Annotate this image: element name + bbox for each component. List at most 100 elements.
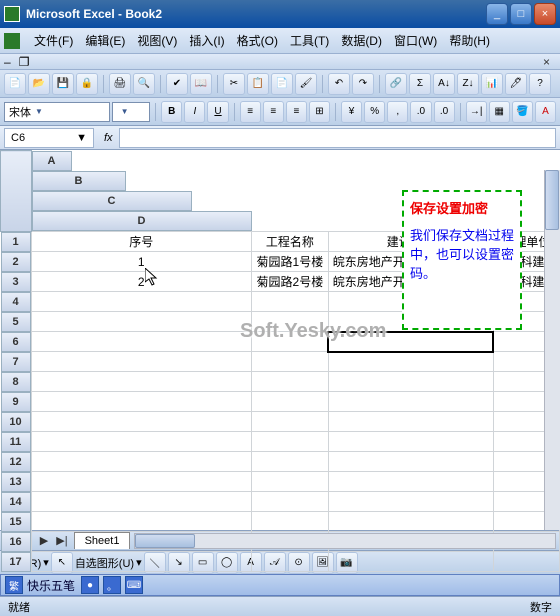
row-header[interactable]: 12	[1, 452, 31, 472]
save-button[interactable]: 💾	[52, 73, 74, 95]
cell[interactable]: 1	[31, 252, 252, 272]
percent-button[interactable]: %	[364, 101, 385, 123]
row-header[interactable]: 17	[1, 552, 31, 572]
cell[interactable]	[252, 352, 329, 372]
scrollbar-horizontal[interactable]	[134, 533, 556, 549]
row-header[interactable]: 2	[1, 252, 31, 272]
ime-mode-icon[interactable]: ●	[81, 576, 99, 594]
permission-button[interactable]: 🔒	[76, 73, 98, 95]
ime-keyboard-icon[interactable]: ⌨	[125, 576, 143, 594]
doc-close-button[interactable]: ×	[537, 55, 556, 69]
row-header[interactable]: 3	[1, 272, 31, 292]
cell[interactable]: 菊园路1号楼	[252, 252, 329, 272]
fill-color-button[interactable]: 🪣	[512, 101, 533, 123]
row-header[interactable]: 7	[1, 352, 31, 372]
cell[interactable]	[31, 492, 252, 512]
cell[interactable]	[328, 412, 493, 432]
merge-center-button[interactable]: ⊞	[309, 101, 330, 123]
maximize-button[interactable]: □	[510, 3, 532, 25]
sort-asc-button[interactable]: A↓	[433, 73, 455, 95]
cell[interactable]	[328, 432, 493, 452]
menu-view[interactable]: 视图(V)	[131, 30, 183, 51]
close-button[interactable]: ×	[534, 3, 556, 25]
currency-button[interactable]: ¥	[341, 101, 362, 123]
cell[interactable]	[252, 292, 329, 312]
cell[interactable]	[31, 552, 252, 572]
redo-button[interactable]: ↷	[352, 73, 374, 95]
column-header[interactable]: C	[32, 191, 192, 211]
cell[interactable]	[31, 452, 252, 472]
scrollbar-vertical[interactable]	[544, 170, 560, 530]
column-header[interactable]: D	[32, 211, 252, 231]
row-header[interactable]: 14	[1, 492, 31, 512]
cell[interactable]	[31, 332, 252, 352]
cell[interactable]	[31, 512, 252, 532]
cell[interactable]	[252, 552, 329, 572]
borders-button[interactable]: ▦	[489, 101, 510, 123]
cell[interactable]	[31, 352, 252, 372]
doc-restore-button[interactable]: ❐	[19, 55, 30, 69]
cell[interactable]	[328, 332, 493, 352]
align-left-button[interactable]: ≡	[240, 101, 261, 123]
font-name-combo[interactable]: 宋体 ▼	[4, 102, 110, 122]
row-header[interactable]: 1	[1, 232, 31, 252]
cell[interactable]	[328, 492, 493, 512]
row-header[interactable]: 11	[1, 432, 31, 452]
cell[interactable]	[31, 432, 252, 452]
cell[interactable]	[328, 512, 493, 532]
print-button[interactable]: 🖨	[109, 73, 131, 95]
chart-button[interactable]: 📊	[481, 73, 503, 95]
research-button[interactable]: 📖	[190, 73, 212, 95]
menu-help[interactable]: 帮助(H)	[443, 30, 496, 51]
excel-icon[interactable]	[4, 33, 20, 49]
menu-window[interactable]: 窗口(W)	[388, 30, 443, 51]
formula-input[interactable]	[119, 128, 556, 148]
cell[interactable]	[252, 432, 329, 452]
cell[interactable]	[252, 312, 329, 332]
menu-insert[interactable]: 插入(I)	[183, 30, 230, 51]
undo-button[interactable]: ↶	[328, 73, 350, 95]
cell[interactable]	[252, 372, 329, 392]
cell[interactable]	[252, 332, 329, 352]
menu-edit[interactable]: 编辑(E)	[79, 30, 131, 51]
bold-button[interactable]: B	[161, 101, 182, 123]
cell[interactable]	[31, 392, 252, 412]
cell[interactable]	[31, 312, 252, 332]
drawing-button[interactable]: 🖊	[505, 73, 527, 95]
menu-file[interactable]: 文件(F)	[28, 30, 79, 51]
menu-tools[interactable]: 工具(T)	[284, 30, 335, 51]
cell[interactable]	[31, 472, 252, 492]
cell[interactable]	[252, 392, 329, 412]
sort-desc-button[interactable]: Z↓	[457, 73, 479, 95]
font-size-combo[interactable]: ▼	[112, 102, 151, 122]
row-header[interactable]: 16	[1, 532, 31, 552]
row-header[interactable]: 5	[1, 312, 31, 332]
cell[interactable]: 菊园路2号楼	[252, 272, 329, 292]
row-header[interactable]: 13	[1, 472, 31, 492]
cell[interactable]	[328, 552, 493, 572]
comma-button[interactable]: ,	[387, 101, 408, 123]
increase-decimal-button[interactable]: .0	[410, 101, 431, 123]
copy-button[interactable]: 📋	[247, 73, 269, 95]
cell[interactable]	[31, 412, 252, 432]
cell[interactable]	[252, 472, 329, 492]
cut-button[interactable]: ✂	[223, 73, 245, 95]
cell[interactable]: 工程名称	[252, 231, 329, 252]
align-center-button[interactable]: ≡	[263, 101, 284, 123]
cell[interactable]	[328, 472, 493, 492]
align-right-button[interactable]: ≡	[286, 101, 307, 123]
new-button[interactable]: 📄	[4, 73, 26, 95]
sum-button[interactable]: Σ	[409, 73, 431, 95]
row-header[interactable]: 10	[1, 412, 31, 432]
ime-punct-icon[interactable]: 。	[103, 576, 121, 594]
row-header[interactable]: 9	[1, 392, 31, 412]
open-button[interactable]: 📂	[28, 73, 50, 95]
format-painter-button[interactable]: 🖌	[295, 73, 317, 95]
font-color-button[interactable]: A	[535, 101, 556, 123]
cell[interactable]	[328, 392, 493, 412]
row-header[interactable]: 4	[1, 292, 31, 312]
cell[interactable]: 2	[31, 272, 252, 292]
cell[interactable]	[328, 452, 493, 472]
cell[interactable]: 序号	[31, 231, 252, 252]
column-header[interactable]: A	[32, 151, 72, 171]
